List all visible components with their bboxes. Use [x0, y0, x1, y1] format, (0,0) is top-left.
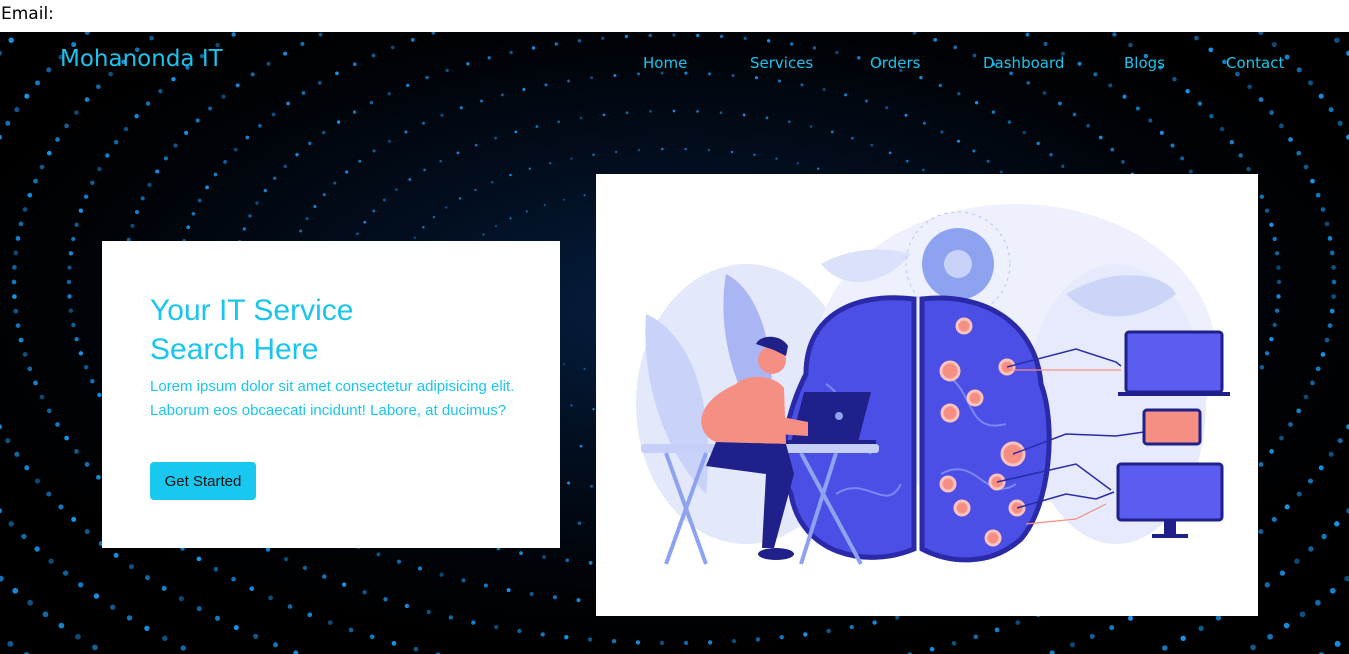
nav-home[interactable]: Home: [643, 54, 687, 72]
hero-title-line2: Search Here: [150, 333, 319, 366]
brain-developer-illustration: [636, 204, 1230, 565]
hero-title-line1: Your IT Service: [150, 294, 354, 327]
tablet-icon: [1142, 408, 1202, 446]
hero-illustration: [596, 174, 1258, 616]
nav-contact[interactable]: Contact: [1226, 54, 1284, 72]
hero-section: Mohanonda IT Home Services Orders Dashbo…: [0, 32, 1349, 654]
laptop-monitor-icon: [1118, 330, 1230, 396]
hero-title: Your IT Service Search Here: [150, 291, 450, 369]
nav-dashboard[interactable]: Dashboard: [983, 54, 1064, 72]
email-label: Email:: [0, 0, 1349, 32]
main-nav: Home Services Orders Dashboard Blogs Con…: [0, 54, 1349, 78]
hero-description: Lorem ipsum dolor sit amet consectetur a…: [150, 378, 515, 419]
nav-blogs[interactable]: Blogs: [1124, 54, 1165, 72]
get-started-button[interactable]: Get Started: [150, 462, 256, 500]
hero-card: Your IT Service Search Here Lorem ipsum …: [102, 241, 560, 548]
nav-orders[interactable]: Orders: [870, 54, 920, 72]
nav-services[interactable]: Services: [750, 54, 813, 72]
